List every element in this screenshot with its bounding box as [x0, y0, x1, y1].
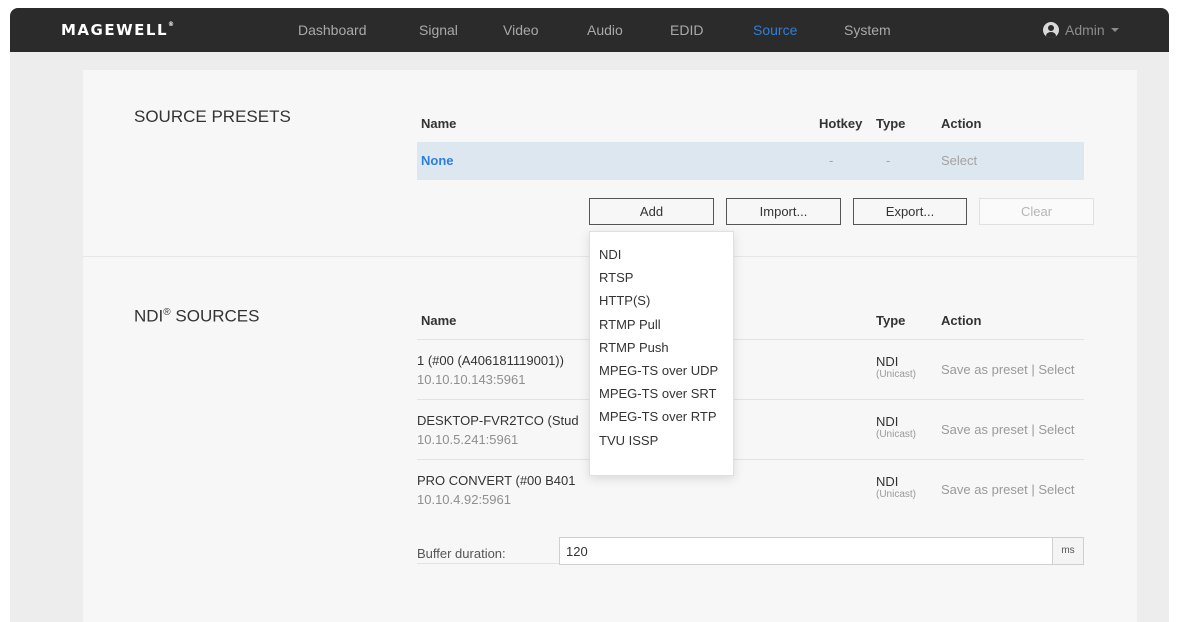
menu-item-rtmp-push[interactable]: RTMP Push	[590, 336, 733, 359]
ndi-col-type: Type	[876, 313, 906, 328]
ndi-row-actions: Save as preset | Select	[941, 362, 1074, 378]
ndi-col-name: Name	[421, 313, 457, 328]
logo-text: MAGEWELL	[61, 21, 169, 39]
logo-reg-mark: ®	[168, 21, 175, 28]
nav-source[interactable]: Source	[753, 22, 797, 38]
menu-item-mpegts-srt[interactable]: MPEG-TS over SRT	[590, 382, 733, 405]
menu-item-ndi[interactable]: NDI	[590, 243, 733, 266]
presets-col-type: Type	[876, 116, 906, 131]
nav-signal[interactable]: Signal	[419, 22, 458, 38]
preset-row-selected[interactable]	[417, 142, 1084, 180]
save-as-preset-link[interactable]: Save as preset	[941, 482, 1028, 497]
ndi-source-name: PRO CONVERT (#00 B401	[417, 473, 576, 488]
save-as-preset-link[interactable]: Save as preset	[941, 422, 1028, 437]
ndi-col-action: Action	[941, 313, 982, 328]
ndi-source-address: 10.10.10.143:5961	[417, 372, 526, 387]
ndi-title-post: SOURCES	[170, 306, 260, 326]
add-button[interactable]: Add	[589, 198, 714, 225]
ndi-title-pre: NDI	[134, 306, 164, 326]
ndi-source-name: 1 (#00 (A406181119001))	[417, 353, 564, 368]
top-navbar: MAGEWELL® Dashboard Signal Video Audio E…	[10, 8, 1169, 52]
menu-item-rtsp[interactable]: RTSP	[590, 266, 733, 289]
nav-dashboard[interactable]: Dashboard	[298, 22, 367, 38]
nav-system[interactable]: System	[844, 22, 891, 38]
table-divider	[417, 339, 1084, 340]
buffer-duration-input[interactable]	[559, 537, 1053, 565]
user-name: Admin	[1065, 22, 1105, 38]
menu-item-https[interactable]: HTTP(S)	[590, 289, 733, 312]
preset-hotkey: -	[829, 153, 834, 168]
ndi-row-actions: Save as preset | Select	[941, 422, 1074, 438]
clear-button[interactable]: Clear	[979, 198, 1094, 225]
select-link[interactable]: Select	[1038, 422, 1074, 437]
nav-edid[interactable]: EDID	[670, 22, 703, 38]
save-as-preset-link[interactable]: Save as preset	[941, 362, 1028, 377]
preset-type: -	[886, 153, 891, 168]
presets-col-hotkey: Hotkey	[819, 116, 863, 131]
nav-video[interactable]: Video	[503, 22, 539, 38]
menu-item-mpegts-udp[interactable]: MPEG-TS over UDP	[590, 359, 733, 382]
presets-col-name: Name	[421, 116, 457, 131]
export-button[interactable]: Export...	[853, 198, 967, 225]
app-window: MAGEWELL® Dashboard Signal Video Audio E…	[10, 8, 1169, 622]
ndi-source-address: 10.10.5.241:5961	[417, 432, 519, 447]
ndi-row-actions: Save as preset | Select	[941, 482, 1074, 498]
buffer-unit: ms	[1052, 537, 1084, 565]
menu-item-rtmp-pull[interactable]: RTMP Pull	[590, 313, 733, 336]
preset-name[interactable]: None	[421, 153, 454, 169]
menu-item-mpegts-rtp[interactable]: MPEG-TS over RTP	[590, 405, 733, 428]
ndi-title-reg: ®	[163, 307, 171, 318]
table-divider	[417, 399, 1084, 400]
magewell-logo: MAGEWELL®	[61, 21, 174, 39]
select-link[interactable]: Select	[1038, 362, 1074, 377]
nav-audio[interactable]: Audio	[587, 22, 623, 38]
action-separator: |	[1027, 422, 1039, 437]
menu-item-tvu-issp[interactable]: TVU ISSP	[590, 429, 733, 452]
ndi-source-type: NDI	[876, 414, 899, 429]
chevron-down-icon	[1110, 28, 1119, 32]
user-icon	[1043, 22, 1059, 38]
buffer-duration-label: Buffer duration:	[417, 546, 506, 561]
ndi-source-type: NDI	[876, 354, 899, 369]
ndi-source-address: 10.10.4.92:5961	[417, 492, 511, 507]
ndi-source-mode: (Unicast)	[876, 429, 917, 440]
presets-col-action: Action	[941, 116, 982, 131]
action-separator: |	[1027, 482, 1039, 497]
preset-select-link[interactable]: Select	[941, 153, 977, 169]
ndi-source-type: NDI	[876, 474, 899, 489]
ndi-source-mode: (Unicast)	[876, 489, 917, 500]
user-menu[interactable]: Admin	[1043, 20, 1119, 40]
ndi-source-mode: (Unicast)	[876, 369, 917, 380]
import-button[interactable]: Import...	[726, 198, 841, 225]
ndi-sources-title: NDI® SOURCES	[134, 303, 259, 327]
table-divider	[417, 459, 1084, 460]
source-presets-title: SOURCE PRESETS	[134, 107, 291, 126]
select-link[interactable]: Select	[1038, 482, 1074, 497]
ndi-source-name: DESKTOP-FVR2TCO (Stud	[417, 413, 579, 428]
add-source-menu: NDI RTSP HTTP(S) RTMP Pull RTMP Push MPE…	[589, 231, 734, 476]
action-separator: |	[1027, 362, 1039, 377]
